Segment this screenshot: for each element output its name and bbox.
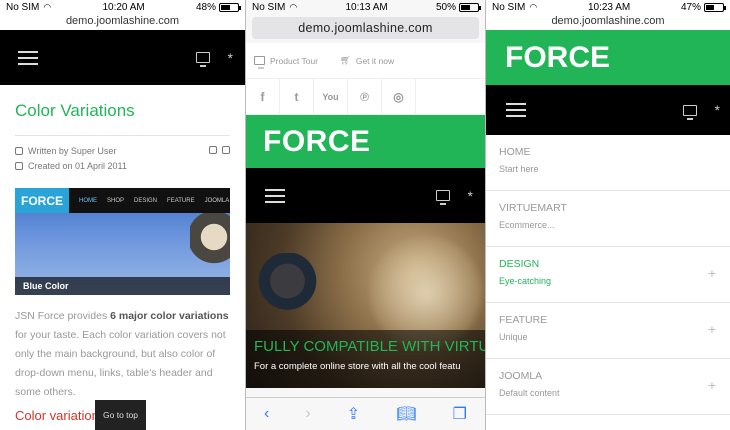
middle-phone: No SIM ◠ 10:13 AM 50% demo.joomlashine.co… xyxy=(245,0,486,430)
created-text: Created on 01 April 2011 xyxy=(28,161,127,171)
menu-item-joomla[interactable]: JOOMLA Default content + xyxy=(486,359,730,415)
menu-item-design[interactable]: DESIGN Eye-catching + xyxy=(486,247,730,303)
expand-icon[interactable]: + xyxy=(708,377,716,393)
brand-logo[interactable]: FORCE xyxy=(246,115,485,168)
hero-slider[interactable]: FULLY COMPATIBLE WITH VIRTUEMART For a c… xyxy=(246,223,485,388)
wifi-icon: ◠ xyxy=(289,2,298,12)
hamburger-menu-icon[interactable] xyxy=(18,50,38,65)
menu-item-virtuemart[interactable]: VIRTUEMART Ecommerce... xyxy=(486,191,730,247)
preview-nav: FORCE HOME SHOP DESIGN FEATURE JOOMLA xyxy=(15,188,230,213)
star-icon[interactable]: * xyxy=(715,102,720,118)
top-links: Product Tour 🛒︎ Get it now xyxy=(246,43,485,79)
print-icon[interactable] xyxy=(209,146,217,154)
monitor-icon[interactable] xyxy=(682,104,697,120)
preview-nav-item: DESIGN xyxy=(134,197,158,204)
email-icon[interactable] xyxy=(222,146,230,154)
monitor-icon[interactable] xyxy=(195,52,210,67)
go-to-top-button[interactable]: Go to top xyxy=(95,400,146,430)
main-nav-bar: * xyxy=(0,30,245,85)
color-preview-image: FORCE HOME SHOP DESIGN FEATURE JOOMLA Bl… xyxy=(15,188,230,295)
forward-icon[interactable]: › xyxy=(305,405,310,423)
clock: 10:13 AM xyxy=(345,2,388,13)
back-icon[interactable]: ‹ xyxy=(264,405,269,423)
battery-percent: 47% xyxy=(680,2,701,13)
expand-icon[interactable]: + xyxy=(708,265,716,281)
right-phone: No SIM ◠ 10:23 AM 47% demo.joomlashine.co… xyxy=(486,0,730,430)
pinterest-icon[interactable]: ℗ xyxy=(348,79,382,115)
hamburger-menu-icon[interactable] xyxy=(506,103,526,117)
hero-headline: FULLY COMPATIBLE WITH VIRTUEMART xyxy=(254,338,485,355)
carrier: No SIM xyxy=(252,2,286,13)
left-phone: No SIM ◠ 10:20 AM 48% demo.joomlashine.co… xyxy=(0,0,245,430)
main-nav-bar: * xyxy=(486,85,730,135)
clock: 10:20 AM xyxy=(102,2,145,13)
monitor-icon[interactable] xyxy=(435,190,450,205)
bookmarks-icon[interactable]: 📖︎ xyxy=(396,404,416,424)
main-nav-bar: * xyxy=(246,168,485,223)
menu-item-home[interactable]: HOME Start here xyxy=(486,135,730,191)
youtube-icon[interactable]: You xyxy=(314,79,348,115)
safari-toolbar: ‹ › ⇪ 📖︎ ❐ xyxy=(246,397,485,430)
preview-nav-item: FEATURE xyxy=(167,197,195,204)
star-icon[interactable]: * xyxy=(468,188,473,204)
status-bar: No SIM ◠ 10:23 AM 47% xyxy=(486,0,730,15)
screenshot-collage: No SIM ◠ 10:20 AM 48% demo.joomlashine.co… xyxy=(0,0,730,430)
twitter-icon[interactable]: t xyxy=(280,79,314,115)
menu-item-feature[interactable]: FEATURE Unique + xyxy=(486,303,730,359)
brand-logo[interactable]: FORCE xyxy=(486,30,730,85)
biker-image xyxy=(256,253,326,323)
clock: 10:23 AM xyxy=(587,2,631,13)
dribbble-icon[interactable]: ◎ xyxy=(382,79,416,115)
social-links: f t You ℗ ◎ xyxy=(246,79,485,115)
battery-percent: 50% xyxy=(435,2,456,13)
rider-image xyxy=(190,213,230,273)
status-bar: No SIM ◠ 10:20 AM 48% xyxy=(0,0,245,15)
product-tour-link[interactable]: Product Tour xyxy=(254,56,318,69)
hero-caption: FULLY COMPATIBLE WITH VIRTUEMART For a c… xyxy=(246,330,485,388)
status-bar: No SIM ◠ 10:13 AM 50% xyxy=(246,0,485,15)
carrier: No SIM xyxy=(6,2,40,13)
battery-icon xyxy=(458,3,481,12)
address-bar[interactable]: demo.joomlashine.com xyxy=(486,15,730,30)
address-bar[interactable]: demo.joomlashine.com xyxy=(0,15,245,30)
hero-subline: For a complete online store with all the… xyxy=(254,361,461,372)
carrier: No SIM xyxy=(492,2,526,13)
monitor-icon xyxy=(254,56,265,69)
article-title: Color Variations xyxy=(15,101,230,136)
preview-caption: Blue Color xyxy=(15,277,230,295)
cart-icon: 🛒︎ xyxy=(340,55,351,65)
article-meta: Written by Super User Created on 01 Apri… xyxy=(15,146,230,176)
battery-icon xyxy=(218,3,241,12)
mobile-menu: HOME Start here VIRTUEMART Ecommerce... DE… xyxy=(486,135,730,415)
preview-logo: FORCE xyxy=(15,188,69,213)
expand-icon[interactable]: + xyxy=(708,321,716,337)
tabs-icon[interactable]: ❐ xyxy=(453,404,467,424)
star-icon[interactable]: * xyxy=(228,50,233,66)
address-bar[interactable]: demo.joomlashine.com xyxy=(252,17,479,39)
battery-percent: 48% xyxy=(195,2,216,13)
wifi-icon: ◠ xyxy=(529,2,538,12)
preview-nav-item: HOME xyxy=(79,197,97,204)
author-text: Written by Super User xyxy=(28,146,117,156)
preview-nav-item: JOOMLA xyxy=(204,197,230,204)
share-icon[interactable]: ⇪ xyxy=(347,404,360,424)
get-it-now-link[interactable]: 🛒︎ Get it now xyxy=(340,55,394,66)
article-body: JSN Force provides 6 major color variati… xyxy=(15,310,229,398)
calendar-icon xyxy=(15,162,23,170)
wifi-icon: ◠ xyxy=(43,2,52,12)
hamburger-menu-icon[interactable] xyxy=(265,188,285,203)
user-icon xyxy=(15,147,23,155)
facebook-icon[interactable]: f xyxy=(246,79,280,115)
battery-icon xyxy=(703,3,726,12)
preview-nav-item: SHOP xyxy=(107,197,125,204)
